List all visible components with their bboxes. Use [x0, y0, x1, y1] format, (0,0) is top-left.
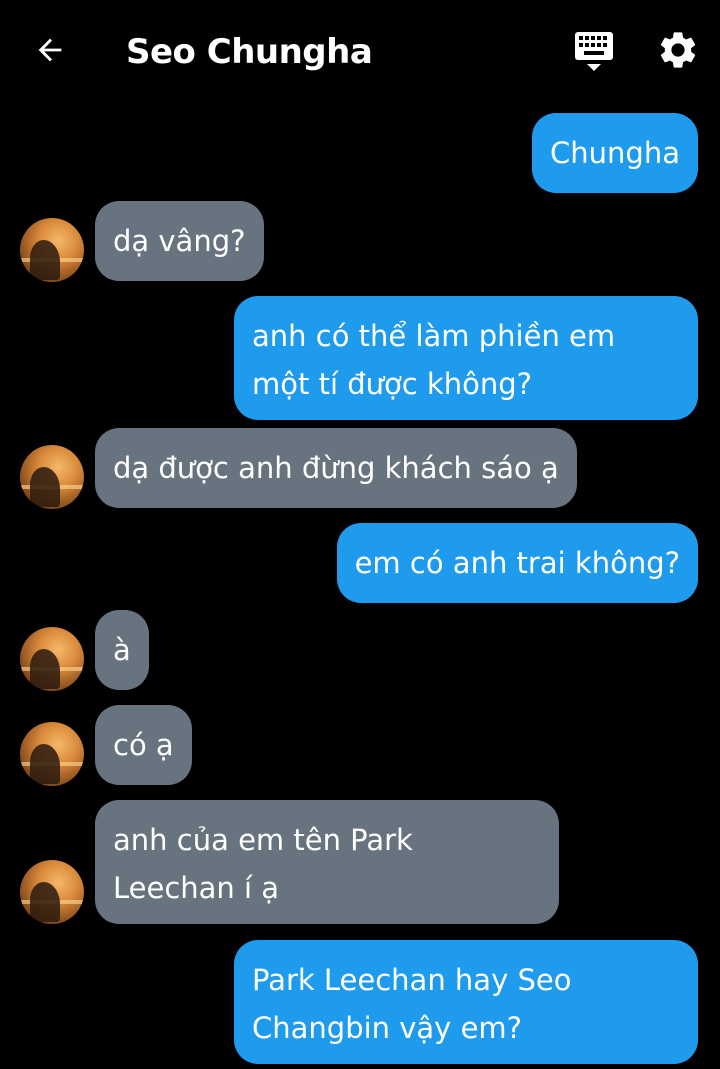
back-button[interactable] [30, 30, 70, 70]
message-bubble-incoming[interactable]: à [95, 610, 149, 690]
top-bar: Seo Chungha [0, 0, 720, 104]
message-bubble-incoming[interactable]: anh của em tên Park Leechan í ạ [95, 800, 559, 924]
message-text: dạ vâng? [113, 224, 246, 258]
message-text: em có anh trai không? [354, 546, 680, 580]
contact-avatar[interactable] [20, 860, 84, 924]
message-text: Park Leechan hay Seo Changbin vậy em? [252, 963, 572, 1045]
message-bubble-outgoing[interactable]: Chungha [532, 113, 698, 193]
message-bubble-outgoing[interactable]: Park Leechan hay Seo Changbin vậy em? [234, 940, 698, 1064]
message-bubble-incoming[interactable]: có ạ [95, 705, 192, 785]
message-text: Chungha [550, 136, 680, 170]
contact-avatar[interactable] [20, 722, 84, 786]
contact-avatar[interactable] [20, 627, 84, 691]
message-bubble-incoming[interactable]: dạ được anh đừng khách sáo ạ [95, 428, 577, 508]
message-text: dạ được anh đừng khách sáo ạ [113, 451, 559, 485]
settings-button[interactable] [656, 28, 700, 72]
keyboard-button[interactable] [574, 30, 614, 74]
message-text: à [113, 633, 131, 667]
conversation-title: Seo Chungha [126, 32, 373, 72]
message-text: có ạ [113, 728, 174, 762]
keyboard-icon [575, 32, 613, 71]
arrow-left-icon [38, 38, 62, 62]
gear-icon [660, 32, 696, 68]
message-text: anh có thể làm phiền em một tí được khôn… [252, 319, 616, 401]
contact-avatar[interactable] [20, 445, 84, 509]
message-bubble-outgoing[interactable]: em có anh trai không? [336, 523, 698, 603]
contact-avatar[interactable] [20, 218, 84, 282]
message-bubble-outgoing[interactable]: anh có thể làm phiền em một tí được khôn… [234, 296, 698, 420]
message-bubble-incoming[interactable]: dạ vâng? [95, 201, 264, 281]
message-text: anh của em tên Park Leechan í ạ [113, 823, 413, 905]
